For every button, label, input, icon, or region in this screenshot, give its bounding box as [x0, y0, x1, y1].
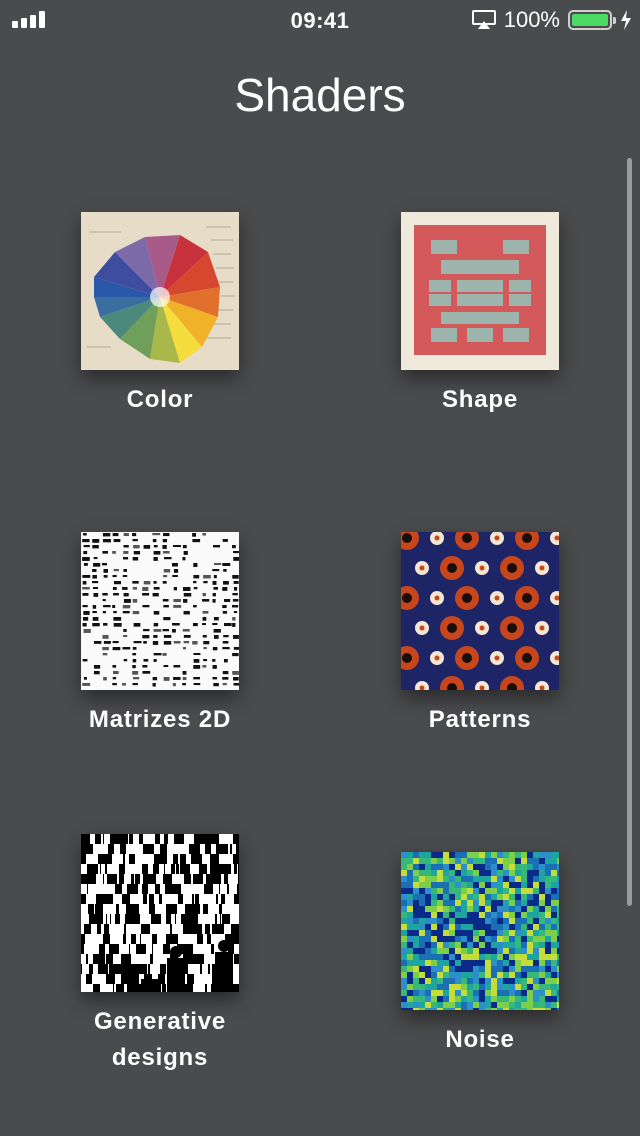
- airplay-icon: [471, 10, 496, 29]
- shape-pattern-image: [401, 212, 559, 370]
- tile-label: Matrizes 2D: [88, 706, 232, 733]
- battery-percent: 100%: [503, 7, 560, 32]
- generative-barcode-image: [81, 834, 239, 992]
- circle-pattern-image: [401, 532, 559, 690]
- page-title: Shaders: [234, 69, 406, 121]
- shader-tile-noise[interactable]: Noise: [400, 852, 560, 1058]
- tile-label-line-2: designs: [111, 1044, 209, 1071]
- tile-label-line-1: Generative: [93, 1008, 227, 1035]
- tile-label: Noise: [445, 1026, 515, 1053]
- shader-tile-patterns[interactable]: Patterns: [400, 532, 560, 738]
- tile-label: Generative designs: [80, 1004, 240, 1076]
- tile-label: Color: [126, 386, 194, 413]
- tile-label: Shape: [441, 386, 519, 413]
- bolt-icon: [621, 10, 631, 30]
- tile-label: Patterns: [428, 706, 532, 733]
- shader-tile-shape[interactable]: Shape: [400, 212, 560, 418]
- shader-tile-generative-designs[interactable]: Generative designs: [80, 834, 240, 1076]
- scroll-indicator: [627, 158, 632, 906]
- shader-tile-matrizes-2d[interactable]: Matrizes 2D: [80, 532, 240, 738]
- noise-map-image: [401, 852, 559, 1010]
- color-wheel-image: [81, 212, 239, 370]
- shader-tile-color[interactable]: Color: [80, 212, 240, 418]
- battery-icon: [568, 10, 616, 30]
- matrix-glyphs-image: [81, 532, 239, 690]
- status-bar: 09:41 100%: [0, 0, 640, 40]
